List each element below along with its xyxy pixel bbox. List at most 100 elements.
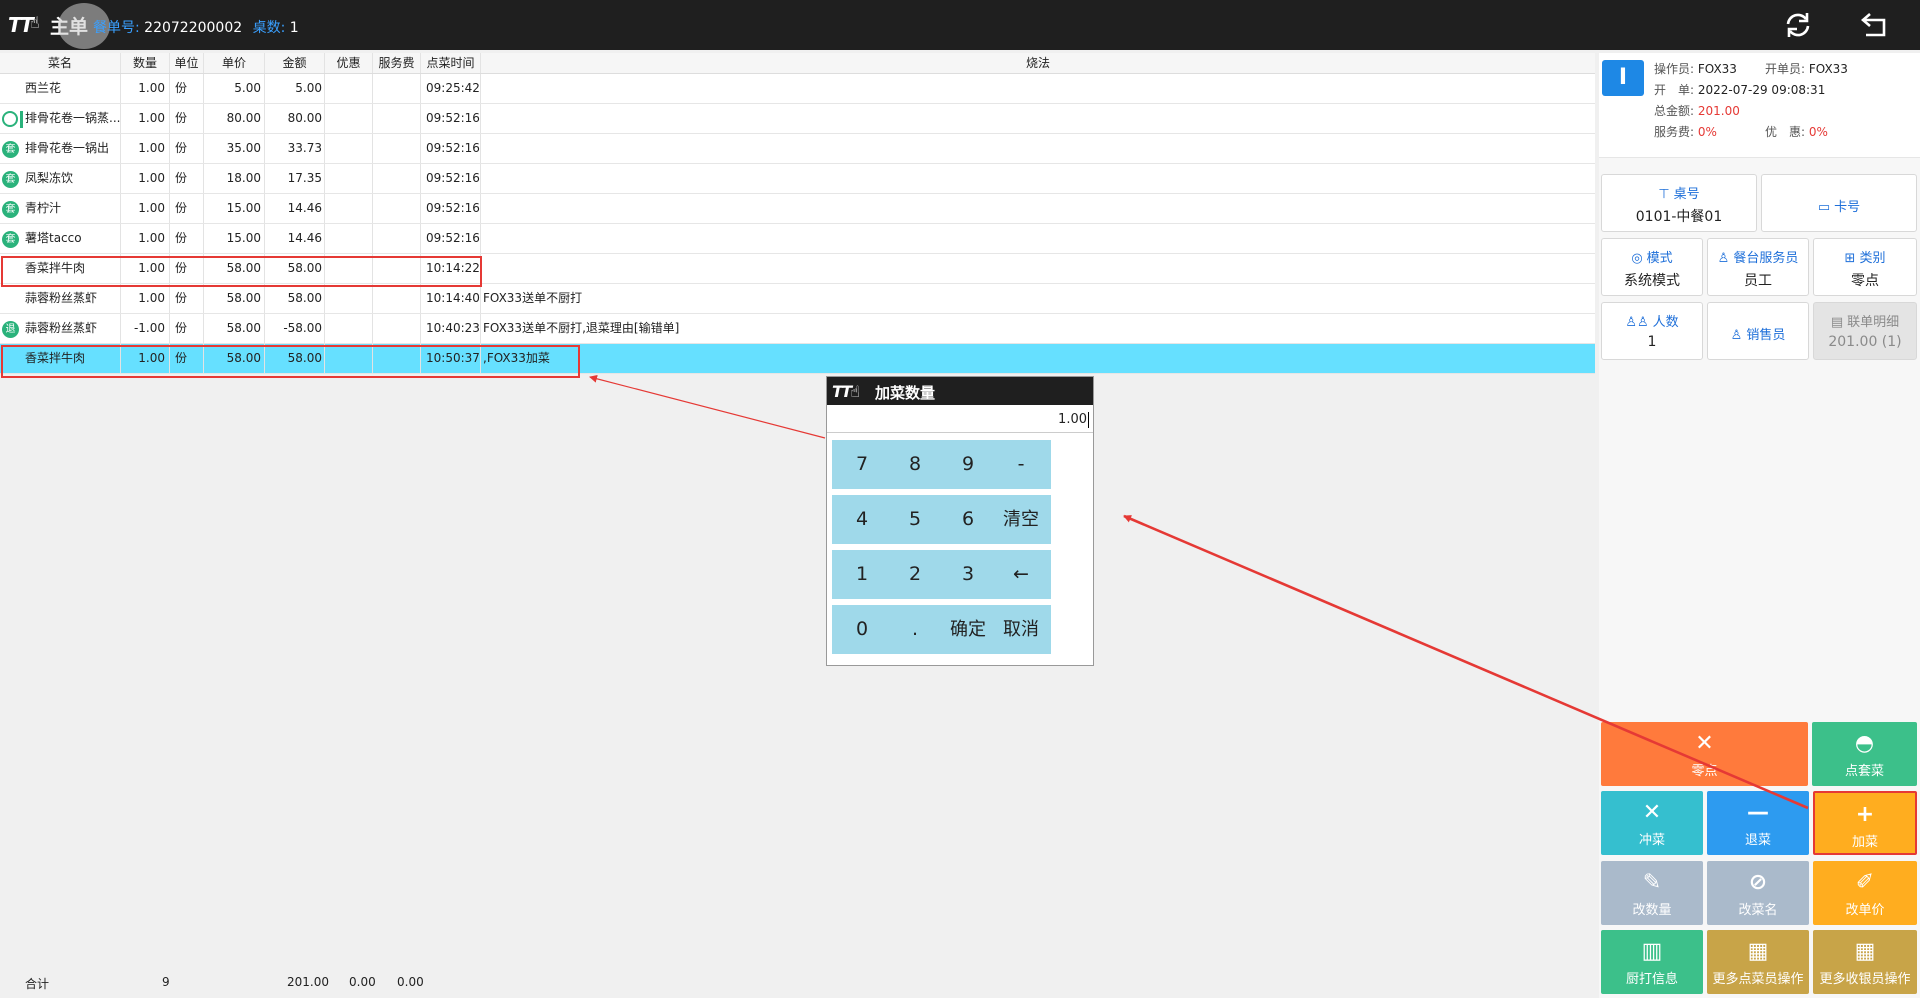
service-line: 服务费: 0% — [1654, 123, 1717, 140]
waiter-label: 餐台服务员 — [1733, 251, 1799, 266]
guests-tile[interactable]: ♙♙ 人数 1 — [1601, 302, 1703, 360]
pencil-icon: ✐ — [1855, 870, 1875, 895]
top-bar: TT ☝ 主单 餐单号: 22072200002 桌数: 1 — [0, 0, 1920, 50]
operator-line: 操作员: FOX33 — [1654, 60, 1737, 77]
kitchen-print-button[interactable]: ▥ 厨打信息 — [1601, 930, 1703, 994]
more-cashier-button[interactable]: ▦ 更多收银员操作 — [1813, 930, 1917, 994]
header-service: 服务费 — [373, 53, 421, 73]
back-button[interactable] — [1858, 10, 1894, 40]
order-summary — [1599, 53, 1920, 158]
header-name: 菜名 — [0, 53, 121, 73]
table-row[interactable]: 排骨花卷一锅蒸... 1.00 份 80.00 80.00 09:52:16 — [0, 104, 1595, 134]
change-price-button[interactable]: ✐ 改单价 — [1813, 861, 1917, 925]
salesperson-tile[interactable]: ♙ 销售员 — [1707, 302, 1809, 360]
cell-name: 凤梨冻饮 — [0, 164, 121, 193]
change-name-button[interactable]: ⊘ 改菜名 — [1707, 861, 1809, 925]
key-6[interactable]: 6 — [938, 495, 998, 544]
category-tile[interactable]: ⊞ 类别 零点 — [1813, 238, 1917, 296]
key-5[interactable]: 5 — [885, 495, 945, 544]
cell-method — [481, 224, 1595, 253]
key-13[interactable]: . — [885, 605, 945, 654]
table-row[interactable]: 西兰花 1.00 份 5.00 5.00 09:25:42 — [0, 74, 1595, 104]
key-2[interactable]: 9 — [938, 440, 998, 489]
total-value: 201.00 — [1697, 104, 1740, 118]
more-order-button[interactable]: ▦ 更多点菜员操作 — [1707, 930, 1809, 994]
key-11[interactable]: ← — [991, 550, 1051, 599]
return-button[interactable]: — 退菜 — [1707, 791, 1809, 855]
cell-method: FOX33送单不厨打,退菜理由[输错单] — [483, 321, 680, 335]
cell-amount: 58.00 — [265, 284, 325, 313]
cell-price: 15.00 — [204, 194, 265, 223]
totals-amount: 201.00 — [287, 975, 329, 989]
discount-line: 优 惠: 0% — [1765, 123, 1828, 140]
cell-amount: 80.00 — [265, 104, 325, 133]
add-dish-button[interactable]: + 加菜 — [1813, 791, 1917, 855]
grid-icon: ▦ — [1747, 939, 1769, 964]
totals-discount: 0.00 — [349, 975, 376, 989]
key-9[interactable]: 2 — [885, 550, 945, 599]
operator-badge: I — [1602, 60, 1644, 96]
key-8[interactable]: 1 — [832, 550, 892, 599]
document-icon: ▤ — [1830, 315, 1844, 330]
cell-qty: 1.00 — [121, 194, 170, 223]
cell-discount — [325, 134, 373, 163]
cell-discount — [325, 284, 373, 313]
key-3[interactable]: - — [991, 440, 1051, 489]
void-button[interactable]: ✕ 冲菜 — [1601, 791, 1703, 855]
totals-qty: 9 — [162, 975, 170, 989]
table-row[interactable]: 套薯塔tacco 1.00 份 15.00 14.46 09:52:16 — [0, 224, 1595, 254]
table-no-tile[interactable]: ⊤ 桌号 0101-中餐01 — [1601, 174, 1757, 232]
header-method: 烧法 — [1025, 56, 1050, 70]
cell-service — [373, 224, 421, 253]
key-14[interactable]: 确定 — [938, 605, 998, 654]
back-arrow-icon — [1861, 13, 1886, 37]
table-row[interactable]: 蒜蓉粉丝蒸虾 1.00 份 58.00 58.00 10:14:40 FOX33送单不厨打 — [0, 284, 1595, 314]
key-12[interactable]: 0 — [832, 605, 892, 654]
quantity-input[interactable]: 1.00 — [827, 406, 1093, 433]
waiter-label-wrap: ♙ 餐台服务员 — [1708, 247, 1808, 266]
waiter-tile[interactable]: ♙ 餐台服务员 员工 — [1707, 238, 1809, 296]
key-1[interactable]: 8 — [885, 440, 945, 489]
opener-value: FOX33 — [1808, 62, 1848, 76]
table-row[interactable]: 套青柠汁 1.00 份 15.00 14.46 09:52:16 — [0, 194, 1595, 224]
key-15[interactable]: 取消 — [991, 605, 1051, 654]
totals-row: 合计 9 201.00 0.00 0.00 — [0, 970, 450, 992]
joint-bill-value: 201.00 (1) — [1828, 334, 1902, 350]
mode-tile[interactable]: ◎ 模式 系统模式 — [1601, 238, 1703, 296]
cell-amount: 14.46 — [265, 194, 325, 223]
cell-unit: 份 — [170, 284, 204, 313]
users-icon: ♙♙ — [1625, 315, 1649, 330]
table-no-label: 桌号 — [1673, 187, 1700, 202]
order-info: 餐单号: 22072200002 桌数: 1 — [93, 17, 305, 37]
opener-line: 开单员: FOX33 — [1765, 60, 1848, 77]
guests-value: 1 — [1647, 334, 1657, 350]
cell-method — [481, 164, 1595, 193]
key-0[interactable]: 7 — [832, 440, 892, 489]
card-no-tile[interactable]: ▭ 卡号 — [1761, 174, 1917, 232]
header-time: 点菜时间 — [421, 53, 481, 73]
key-7[interactable]: 清空 — [991, 495, 1051, 544]
cell-price: 80.00 — [204, 104, 265, 133]
table-row[interactable]: 套排骨花卷一锅出 1.00 份 35.00 33.73 09:52:16 — [0, 134, 1595, 164]
a-la-carte-button[interactable]: ✕ 零点 — [1601, 722, 1808, 786]
card-icon: ▭ — [1817, 200, 1831, 215]
cell-price: 18.00 — [204, 164, 265, 193]
table-row[interactable]: 退蒜蓉粉丝蒸虾 -1.00 份 58.00 -58.00 10:40:23 FOX33送单不… — [0, 314, 1595, 344]
table-row[interactable]: 套凤梨冻饮 1.00 份 18.00 17.35 09:52:16 — [0, 164, 1595, 194]
key-10[interactable]: 3 — [938, 550, 998, 599]
cell-time: 09:25:42 — [421, 74, 481, 103]
add-dish-label: 加菜 — [1851, 835, 1878, 850]
cell-discount — [325, 194, 373, 223]
joint-bill-tile[interactable]: ▤ 联单明细 201.00 (1) — [1813, 302, 1917, 360]
cell-qty: 1.00 — [121, 164, 170, 193]
cell-name: 蒜蓉粉丝蒸虾 — [0, 284, 121, 313]
key-4[interactable]: 4 — [832, 495, 892, 544]
change-qty-button[interactable]: ✎ 改数量 — [1601, 861, 1703, 925]
refresh-button[interactable] — [1780, 10, 1816, 40]
cell-method — [481, 254, 1595, 283]
set-meal-button[interactable]: ◓ 点套菜 — [1812, 722, 1917, 786]
service-value: 0% — [1697, 125, 1717, 139]
cell-unit: 份 — [170, 74, 204, 103]
card-no-label: 卡号 — [1834, 200, 1861, 215]
dialog-title: 加菜数量 — [875, 384, 936, 402]
